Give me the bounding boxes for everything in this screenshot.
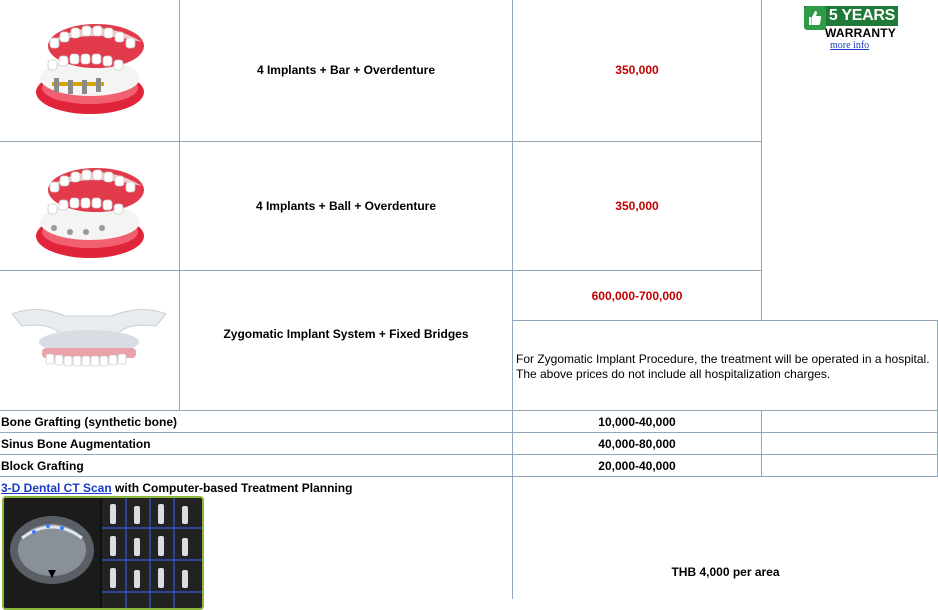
grafting-price: 40,000-80,000 (598, 437, 676, 451)
grid-line (0, 454, 938, 455)
grid-line (0, 270, 761, 271)
grid-line (761, 411, 762, 476)
overdenture-ball-image (28, 152, 158, 264)
treatment-price: 600,000-700,000 (591, 289, 683, 303)
grafting-name: Block Grafting (1, 459, 84, 473)
grid-line (0, 476, 938, 477)
warranty-badge[interactable]: 5 YEARS (804, 6, 898, 30)
treatment-name: Zygomatic Implant System + Fixed Bridges (223, 327, 469, 341)
more-info-link[interactable]: more info (830, 40, 869, 51)
treatment-price: 350,000 (615, 63, 659, 77)
ct-scan-suffix: with Computer-based Treatment Planning (111, 481, 353, 495)
hospital-note: The above prices do not include all hosp… (516, 367, 831, 381)
treatment-name: 4 Implants + Ball + Overdenture (255, 199, 437, 213)
grid-line (0, 410, 938, 411)
thumbs-up-icon (804, 6, 826, 30)
hospital-note: For Zygomatic Implant Procedure, the tre… (516, 352, 930, 366)
ct-scan-link[interactable]: 3-D Dental CT Scan (1, 481, 112, 495)
grafting-price: 20,000-40,000 (598, 459, 676, 473)
zygomatic-implant-image (6, 296, 172, 378)
ct-scan-heading: 3-D Dental CT Scan with Computer-based T… (1, 481, 352, 495)
warranty-label: WARRANTY (825, 26, 896, 40)
grafting-price: 10,000-40,000 (598, 415, 676, 429)
grid-line (761, 0, 762, 320)
grafting-name: Sinus Bone Augmentation (1, 437, 151, 451)
grid-line (0, 141, 761, 142)
warranty-years: 5 YEARS (828, 7, 895, 24)
treatment-price: 350,000 (615, 199, 659, 213)
treatment-name: 4 Implants + Bar + Overdenture (256, 63, 436, 77)
grid-line (512, 320, 938, 321)
overdenture-bar-image (28, 8, 158, 120)
ct-scan-price: THB 4,000 per area (671, 565, 780, 579)
grafting-name: Bone Grafting (synthetic bone) (1, 415, 178, 429)
ct-scan-image (2, 496, 204, 610)
grid-line (0, 432, 938, 433)
